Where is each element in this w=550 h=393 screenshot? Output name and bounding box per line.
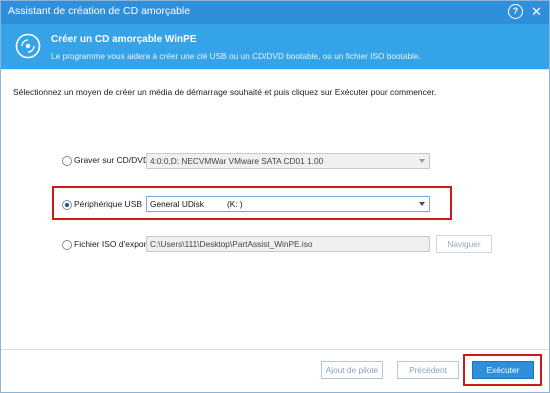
- burn-cd-radio[interactable]: [62, 156, 72, 166]
- title-bar: Assistant de création de CD amorçable ? …: [0, 0, 550, 24]
- banner-subtitle: Le programme vous aidera à créer une clé…: [51, 51, 421, 61]
- banner-title: Créer un CD amorçable WinPE: [51, 34, 197, 45]
- iso-path-value: C:\Users\111\Desktop\PartAssist_WinPE.is…: [150, 239, 313, 249]
- cd-burn-icon: [15, 33, 41, 59]
- footer-divider: [0, 349, 550, 350]
- iso-label: Fichier ISO d'export: [74, 239, 146, 249]
- burn-cd-label: Graver sur CD/DVD: [74, 155, 146, 165]
- iso-path-input[interactable]: C:\Users\111\Desktop\PartAssist_WinPE.is…: [146, 236, 430, 252]
- execute-highlight-box: [463, 354, 542, 386]
- chevron-down-icon: [419, 159, 425, 163]
- browse-button[interactable]: Naviguer: [436, 235, 492, 253]
- option-iso[interactable]: Fichier ISO d'export: [62, 239, 148, 253]
- previous-button[interactable]: Précédent: [397, 361, 459, 379]
- cd-drive-select[interactable]: 4:0:0,D: NECVMWar VMware SATA CD01 1.00: [146, 153, 430, 169]
- close-icon[interactable]: ✕: [529, 4, 544, 19]
- help-icon[interactable]: ?: [508, 4, 523, 19]
- divider: [0, 69, 550, 70]
- cd-drive-value: 4:0:0,D: NECVMWar VMware SATA CD01 1.00: [150, 156, 324, 166]
- add-driver-button[interactable]: Ajout de pilote: [321, 361, 383, 379]
- window-title: Assistant de création de CD amorçable: [8, 5, 191, 17]
- instructions-text: Sélectionnez un moyen de créer un média …: [13, 87, 437, 97]
- iso-radio[interactable]: [62, 240, 72, 250]
- usb-highlight-box: [52, 186, 452, 220]
- header-banner: Créer un CD amorçable WinPE Le programme…: [0, 24, 550, 69]
